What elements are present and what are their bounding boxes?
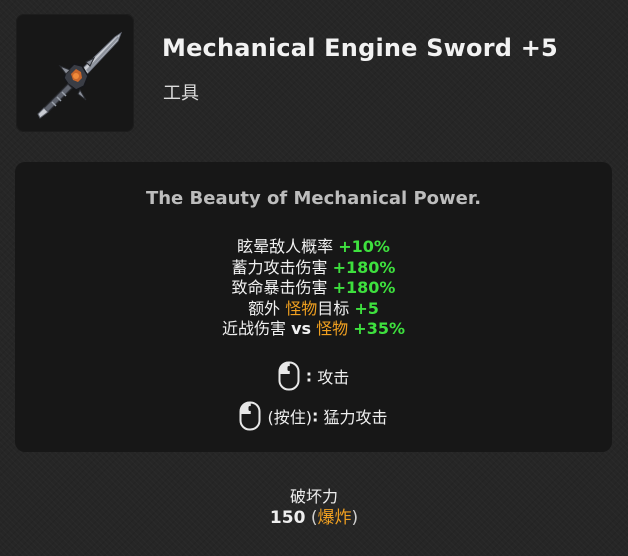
control-attack: : 攻击: [15, 361, 612, 391]
stat-label: 眩晕敌人概率: [237, 237, 334, 256]
control-separator: :: [311, 406, 319, 426]
power-value-line: 150 (爆炸): [0, 503, 628, 528]
stat-line-melee-damage: 近战伤害 vs 怪物 +35%: [15, 319, 612, 340]
mechanical-sword-icon: [37, 31, 123, 119]
stat-value: +5: [354, 298, 379, 318]
item-type: 工具: [163, 83, 199, 104]
mouse-left-hold-icon: [239, 401, 261, 431]
flavor-text: The Beauty of Mechanical Power.: [145, 188, 482, 209]
stat-target: 怪物: [316, 319, 349, 338]
stat-line-charged-attack: 蓄力攻击伤害 +180%: [15, 258, 612, 279]
control-action: 攻击: [317, 368, 350, 387]
control-prefix: (按住): [267, 408, 312, 427]
stat-list: 眩晕敌人概率 +10% 蓄力攻击伤害 +180% 致命暴击伤害 +180% 额外…: [15, 237, 612, 340]
stat-label: 近战伤害: [222, 319, 287, 338]
control-separator: :: [305, 366, 313, 386]
control-power-attack: (按住): 猛力攻击: [15, 401, 612, 431]
stat-line-extra-targets: 额外 怪物目标 +5: [15, 299, 612, 320]
stat-value: +180%: [332, 278, 396, 297]
stat-label: 额外: [248, 298, 281, 318]
item-icon-frame: [16, 14, 134, 132]
mouse-left-click-icon: [278, 361, 300, 391]
power-type: 爆炸: [317, 508, 352, 528]
stat-label: 蓄力攻击伤害: [231, 257, 328, 277]
control-action: 猛力攻击: [323, 408, 388, 427]
stat-line-critical-damage: 致命暴击伤害 +180%: [15, 278, 612, 299]
power-paren-close: ): [351, 508, 359, 528]
stat-connector: vs: [291, 319, 312, 338]
stat-value: +180%: [332, 257, 396, 277]
stat-value: +10%: [338, 237, 390, 256]
stat-line-stun: 眩晕敌人概率 +10%: [15, 237, 612, 258]
stat-target: 怪物: [285, 298, 318, 318]
item-info-panel: The Beauty of Mechanical Power. 眩晕敌人概率 +…: [15, 162, 612, 452]
stat-label: 致命暴击伤害: [231, 278, 328, 297]
item-name: Mechanical Engine Sword +5: [162, 34, 558, 62]
stat-value: +35%: [353, 319, 405, 338]
power-value: 150: [269, 508, 306, 528]
stat-label-suffix: 目标: [317, 298, 350, 318]
